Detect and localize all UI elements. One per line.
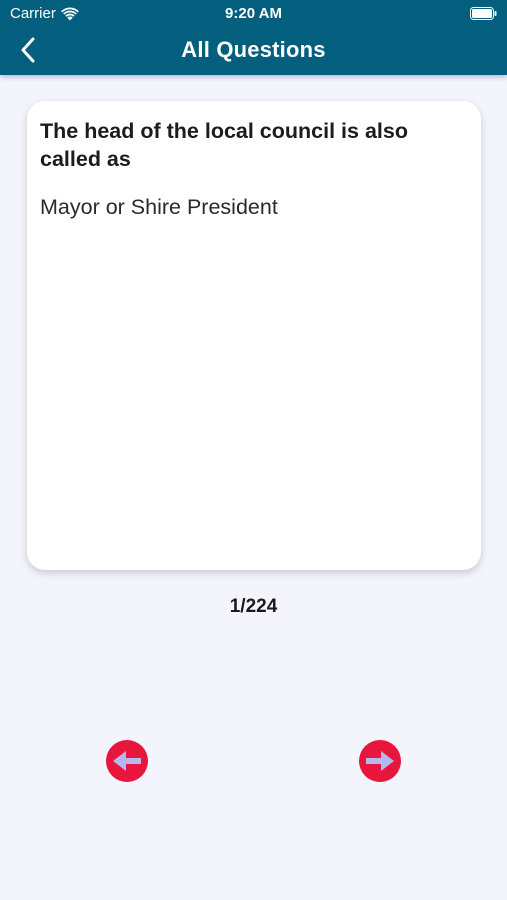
question-text: The head of the local council is also ca…: [40, 119, 408, 171]
previous-question-button[interactable]: [106, 740, 148, 782]
answer-text: Mayor or Shire President: [40, 195, 278, 219]
status-time: 9:20 AM: [225, 5, 282, 22]
page-title: All Questions: [181, 37, 326, 62]
app-header: Carrier 9:20 AM All Questions: [0, 0, 507, 75]
arrow-left-icon: [113, 751, 141, 771]
question-card: The head of the local council is also ca…: [27, 101, 481, 570]
status-bar: Carrier 9:20 AM: [0, 0, 507, 28]
question-counter: 1/224: [229, 596, 278, 617]
next-question-button[interactable]: [359, 740, 401, 782]
arrow-right-icon: [366, 751, 394, 771]
battery-icon: [470, 7, 497, 20]
navigation-bar: All Questions: [0, 28, 507, 75]
